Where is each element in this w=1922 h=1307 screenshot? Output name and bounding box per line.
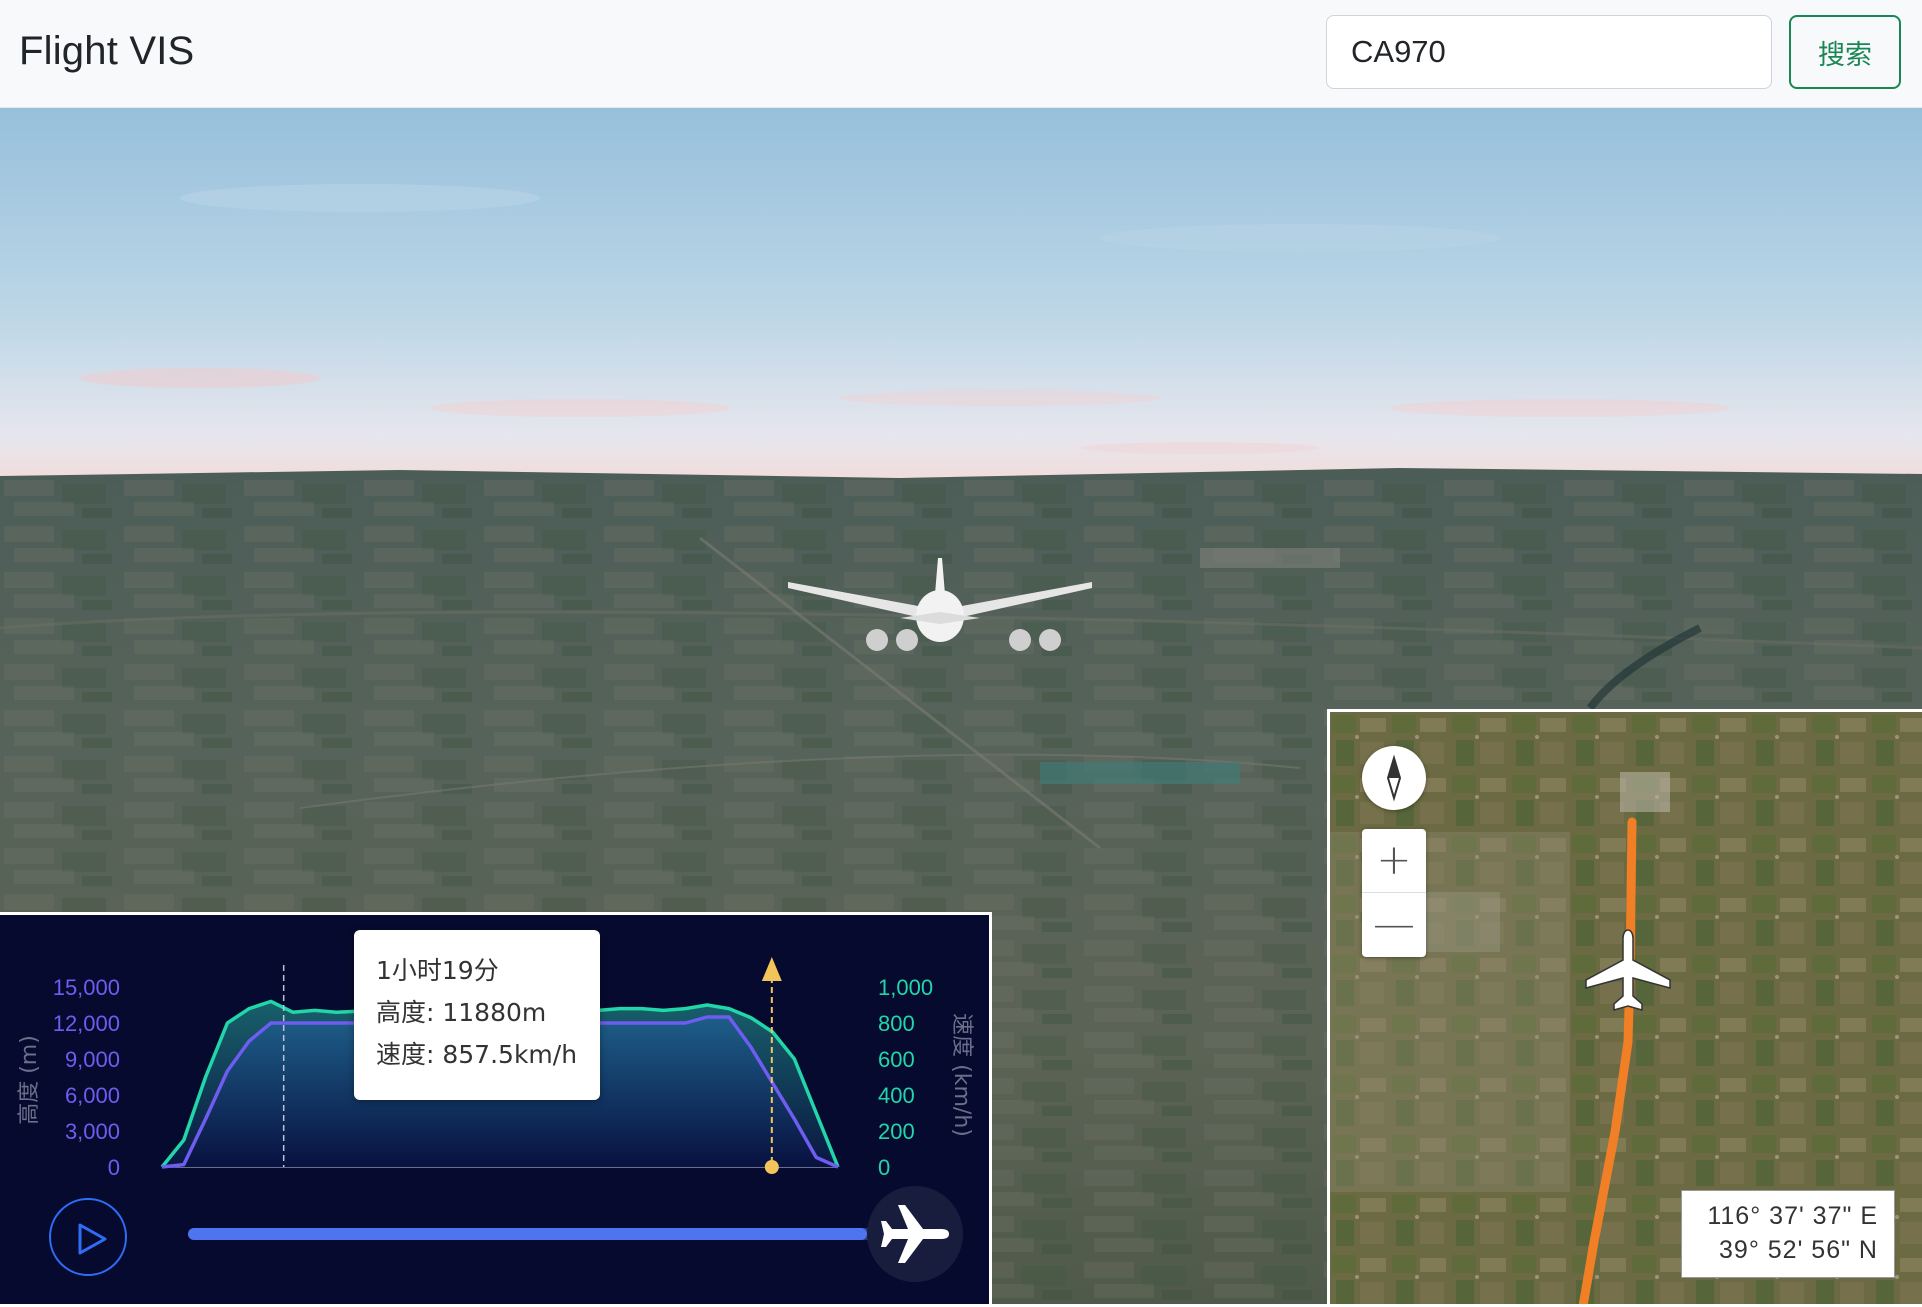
top-navbar: Flight VIS 搜索 xyxy=(0,0,1922,108)
right-tick-label: 400 xyxy=(878,1083,915,1108)
right-tick-label: 0 xyxy=(878,1155,890,1180)
left-tick-label: 3,000 xyxy=(65,1119,120,1144)
playback-progress-track[interactable] xyxy=(188,1228,918,1240)
left-tick-label: 15,000 xyxy=(53,975,120,1000)
tooltip-time: 1小时19分 xyxy=(376,956,499,985)
zoom-control: + — xyxy=(1362,829,1426,957)
airplane-icon xyxy=(881,1205,949,1263)
playback-progress-fill xyxy=(188,1228,867,1240)
search-button[interactable]: 搜索 xyxy=(1789,15,1901,89)
left-tick-label: 9,000 xyxy=(65,1047,120,1072)
right-tick-label: 600 xyxy=(878,1047,915,1072)
zoom-out-button[interactable]: — xyxy=(1362,893,1426,957)
tooltip-speed: 速度: 857.5km/h xyxy=(376,1040,578,1069)
right-tick-label: 200 xyxy=(878,1119,915,1144)
longitude-value: 116° 37' 37" E xyxy=(1707,1202,1878,1230)
latitude-value: 39° 52' 56" N xyxy=(1719,1236,1878,1264)
play-icon xyxy=(78,1223,107,1255)
right-tick-label: 800 xyxy=(878,1011,915,1036)
playback-slider-handle[interactable] xyxy=(867,1186,963,1282)
right-axis-label: 速度 (km/h) xyxy=(949,1013,974,1137)
mini-map[interactable]: + — 116° 37' 37" E 39° 52' 56" N xyxy=(1327,709,1922,1304)
right-tick-label: 1,000 xyxy=(878,975,933,1000)
left-tick-label: 6,000 xyxy=(65,1083,120,1108)
chart-tooltip: 1小时19分 高度: 11880m 速度: 857.5km/h xyxy=(354,930,600,1100)
left-tick-label: 12,000 xyxy=(53,1011,120,1036)
play-button[interactable] xyxy=(49,1198,127,1276)
flight-search-input[interactable] xyxy=(1326,15,1772,89)
left-axis-label: 高度 (m) xyxy=(17,1035,42,1125)
app-title: Flight VIS xyxy=(19,29,195,73)
playback-cursor-dot xyxy=(764,1160,779,1174)
tooltip-altitude: 高度: 11880m xyxy=(376,998,547,1027)
zoom-in-button[interactable]: + xyxy=(1362,829,1426,893)
playback-cursor-arrow xyxy=(761,957,782,981)
left-tick-label: 0 xyxy=(108,1155,120,1180)
compass-icon xyxy=(1386,754,1402,802)
compass-button[interactable] xyxy=(1362,746,1426,810)
coordinate-readout: 116° 37' 37" E 39° 52' 56" N xyxy=(1681,1190,1895,1278)
